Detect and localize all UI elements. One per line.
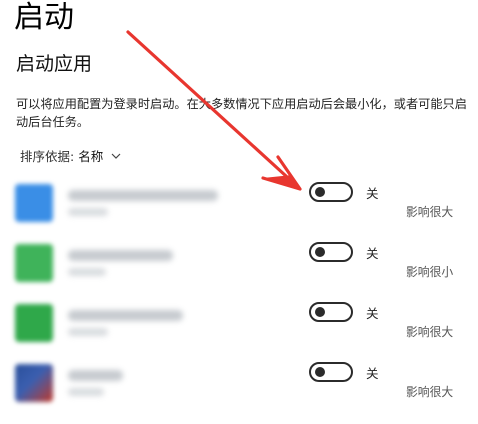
toggle-state-label: 关 [366, 306, 379, 321]
startup-toggle[interactable] [309, 182, 353, 202]
sort-dropdown[interactable]: 排序依据: 名称 [20, 146, 121, 165]
app-name-blurred [68, 370, 123, 381]
toggle-state-label: 关 [366, 246, 379, 261]
app-icon [15, 364, 53, 402]
section-title: 启动应用 [16, 53, 93, 75]
sort-label: 排序依据: [20, 149, 75, 164]
sort-value: 名称 [78, 149, 104, 164]
toggle-knob [315, 307, 325, 317]
startup-toggle[interactable] [309, 302, 353, 322]
app-icon [15, 184, 53, 222]
app-icon [15, 244, 53, 282]
app-icon [15, 304, 53, 342]
chevron-down-icon [111, 153, 121, 159]
startup-app-row: 关 影响很大 [0, 182, 478, 244]
toggle-state-label: 关 [366, 186, 379, 201]
app-publisher-blurred [68, 328, 108, 336]
toggle-knob [315, 367, 325, 377]
app-name-blurred [68, 310, 183, 321]
app-publisher-blurred [68, 388, 104, 396]
app-name-blurred [68, 190, 218, 201]
startup-toggle[interactable] [309, 362, 353, 382]
startup-app-row: 关 影响很小 [0, 242, 478, 304]
app-publisher-blurred [68, 208, 108, 216]
startup-impact: 影响很小 [406, 265, 454, 279]
toggle-knob [315, 247, 325, 257]
toggle-state-label: 关 [366, 366, 379, 381]
startup-app-row: 关 影响很大 [0, 362, 478, 424]
startup-impact: 影响很大 [406, 385, 454, 399]
app-name-blurred [68, 250, 173, 261]
app-publisher-blurred [68, 268, 106, 276]
startup-description: 可以将应用配置为登录时启动。在大多数情况下应用启动后会最小化，或者可能只启动后台… [16, 97, 467, 129]
page-title: 启动 [14, 0, 74, 35]
toggle-knob [315, 187, 325, 197]
startup-toggle[interactable] [309, 242, 353, 262]
startup-impact: 影响很大 [406, 325, 454, 339]
startup-impact: 影响很大 [406, 205, 454, 219]
startup-app-row: 关 影响很大 [0, 302, 478, 364]
